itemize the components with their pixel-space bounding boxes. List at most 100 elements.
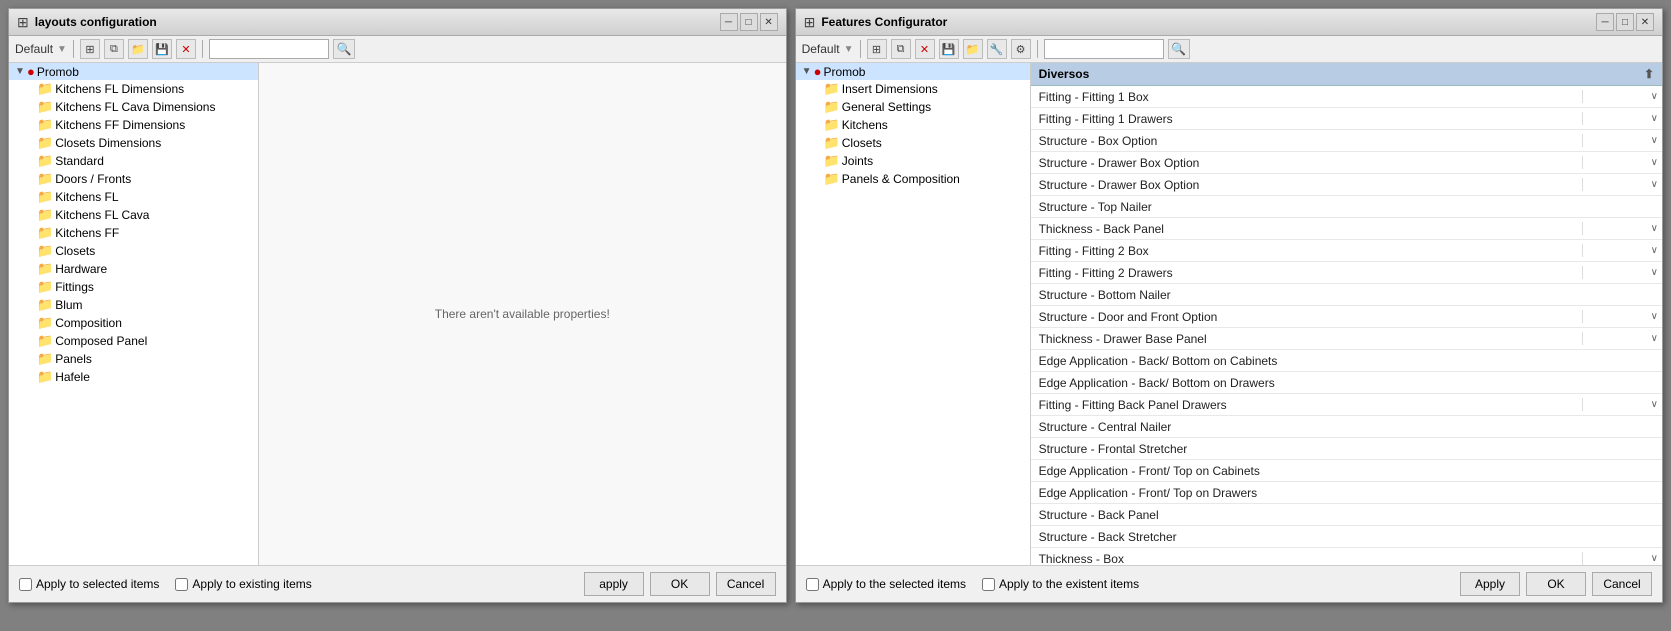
left-tree-root[interactable]: ▼ ● Promob: [9, 63, 258, 80]
feature-dropdown-arrow-2[interactable]: ∨: [1651, 135, 1658, 146]
right-delete-btn[interactable]: ✕: [915, 39, 935, 59]
feature-row[interactable]: Structure - Box Option ∨: [1031, 130, 1662, 152]
feature-row[interactable]: Thickness - Back Panel ∨: [1031, 218, 1662, 240]
right-checkbox1[interactable]: [806, 578, 819, 591]
left-cancel-btn[interactable]: Cancel: [716, 572, 776, 596]
feature-row-value-10[interactable]: ∨: [1582, 310, 1662, 323]
right-search-input[interactable]: [1044, 39, 1164, 59]
left-apply-btn[interactable]: apply: [584, 572, 644, 596]
left-close-btn[interactable]: ✕: [760, 13, 778, 31]
feature-row[interactable]: Fitting - Fitting 1 Box ∨: [1031, 86, 1662, 108]
feature-row[interactable]: Structure - Back Stretcher: [1031, 526, 1662, 548]
right-ok-btn[interactable]: OK: [1526, 572, 1586, 596]
left-tree-item[interactable]: ▶ 📁 Hafele: [23, 368, 258, 386]
right-checkbox1-label[interactable]: Apply to the selected items: [806, 577, 966, 591]
right-tree-item[interactable]: ▶ 📁 Panels & Composition: [810, 170, 1030, 188]
right-apply-btn[interactable]: Apply: [1460, 572, 1520, 596]
right-root-toggle[interactable]: ▼: [800, 66, 814, 77]
left-tree-item[interactable]: ▶ 📁 Kitchens FL Cava: [23, 206, 258, 224]
feature-dropdown-arrow-7[interactable]: ∨: [1651, 245, 1658, 256]
right-grid-btn[interactable]: ⊞: [867, 39, 887, 59]
right-settings-btn[interactable]: ⚙: [1011, 39, 1031, 59]
right-tree-item[interactable]: ▶ 📁 Kitchens: [810, 116, 1030, 134]
feature-row[interactable]: Structure - Frontal Stretcher: [1031, 438, 1662, 460]
feature-row[interactable]: Structure - Top Nailer: [1031, 196, 1662, 218]
feature-dropdown-arrow-4[interactable]: ∨: [1651, 179, 1658, 190]
feature-row-value-11[interactable]: ∨: [1582, 332, 1662, 345]
feature-row[interactable]: Structure - Bottom Nailer: [1031, 284, 1662, 306]
left-tree-item[interactable]: ▶ 📁 Composition: [23, 314, 258, 332]
left-maximize-btn[interactable]: □: [740, 13, 758, 31]
feature-row-value-0[interactable]: ∨: [1582, 90, 1662, 103]
feature-row[interactable]: Structure - Back Panel: [1031, 504, 1662, 526]
left-tree-item[interactable]: ▶ 📁 Hardware: [23, 260, 258, 278]
right-save-btn[interactable]: 💾: [939, 39, 959, 59]
left-tree-item[interactable]: ▶ 📁 Doors / Fronts: [23, 170, 258, 188]
features-collapse-btn[interactable]: ⬆: [1644, 67, 1654, 81]
feature-row-value-8[interactable]: ∨: [1582, 266, 1662, 279]
feature-row[interactable]: Edge Application - Front/ Top on Cabinet…: [1031, 460, 1662, 482]
left-search-btn[interactable]: 🔍: [333, 39, 355, 59]
feature-dropdown-arrow-8[interactable]: ∨: [1651, 267, 1658, 278]
left-tree-item[interactable]: ▶ 📁 Panels: [23, 350, 258, 368]
feature-row[interactable]: Edge Application - Front/ Top on Drawers: [1031, 482, 1662, 504]
right-tree-item[interactable]: ▶ 📁 Closets: [810, 134, 1030, 152]
right-cancel-btn[interactable]: Cancel: [1592, 572, 1652, 596]
right-checkbox2[interactable]: [982, 578, 995, 591]
feature-dropdown-arrow-11[interactable]: ∨: [1651, 333, 1658, 344]
feature-dropdown-arrow-21[interactable]: ∨: [1651, 553, 1658, 564]
feature-row-value-4[interactable]: ∨: [1582, 178, 1662, 191]
left-tree-item[interactable]: ▶ 📁 Closets Dimensions: [23, 134, 258, 152]
feature-row[interactable]: Structure - Central Nailer: [1031, 416, 1662, 438]
right-wrench-btn[interactable]: 🔧: [987, 39, 1007, 59]
feature-row[interactable]: Thickness - Drawer Base Panel ∨: [1031, 328, 1662, 350]
feature-row[interactable]: Fitting - Fitting Back Panel Drawers ∨: [1031, 394, 1662, 416]
left-tree-item[interactable]: ▶ 📁 Fittings: [23, 278, 258, 296]
left-checkbox1-label[interactable]: Apply to selected items: [19, 577, 159, 591]
right-checkbox2-label[interactable]: Apply to the existent items: [982, 577, 1139, 591]
left-delete-btn[interactable]: ✕: [176, 39, 196, 59]
right-maximize-btn[interactable]: □: [1616, 13, 1634, 31]
right-tree-item[interactable]: ▶ 📁 Joints: [810, 152, 1030, 170]
feature-row-value-7[interactable]: ∨: [1582, 244, 1662, 257]
feature-dropdown-arrow-1[interactable]: ∨: [1651, 113, 1658, 124]
feature-dropdown-arrow-10[interactable]: ∨: [1651, 311, 1658, 322]
left-copy-btn[interactable]: ⧉: [104, 39, 124, 59]
feature-row[interactable]: Thickness - Box ∨: [1031, 548, 1662, 565]
left-tree-item[interactable]: ▶ 📁 Standard: [23, 152, 258, 170]
feature-row[interactable]: Edge Application - Back/ Bottom on Drawe…: [1031, 372, 1662, 394]
feature-row[interactable]: Fitting - Fitting 2 Drawers ∨: [1031, 262, 1662, 284]
left-grid-btn[interactable]: ⊞: [80, 39, 100, 59]
left-tree-item[interactable]: ▶ 📁 Kitchens FL Dimensions: [23, 80, 258, 98]
left-tree-item[interactable]: ▶ 📁 Kitchens FF Dimensions: [23, 116, 258, 134]
feature-dropdown-arrow-3[interactable]: ∨: [1651, 157, 1658, 168]
feature-dropdown-arrow-6[interactable]: ∨: [1651, 223, 1658, 234]
left-tree-item[interactable]: ▶ 📁 Closets: [23, 242, 258, 260]
left-save-btn[interactable]: 💾: [152, 39, 172, 59]
right-dropdown-arrow[interactable]: ▼: [844, 44, 854, 55]
right-tree-root[interactable]: ▼ ● Promob: [796, 63, 1030, 80]
left-folder-btn[interactable]: 📁: [128, 39, 148, 59]
feature-row[interactable]: Edge Application - Back/ Bottom on Cabin…: [1031, 350, 1662, 372]
left-root-toggle[interactable]: ▼: [13, 66, 27, 77]
feature-row-value-6[interactable]: ∨: [1582, 222, 1662, 235]
left-tree-item[interactable]: ▶ 📁 Kitchens FF: [23, 224, 258, 242]
right-search-btn[interactable]: 🔍: [1168, 39, 1190, 59]
left-search-input[interactable]: [209, 39, 329, 59]
left-checkbox2-label[interactable]: Apply to existing items: [175, 577, 311, 591]
feature-row-value-2[interactable]: ∨: [1582, 134, 1662, 147]
feature-row[interactable]: Structure - Door and Front Option ∨: [1031, 306, 1662, 328]
feature-row[interactable]: Fitting - Fitting 1 Drawers ∨: [1031, 108, 1662, 130]
left-tree-item[interactable]: ▶ 📁 Composed Panel: [23, 332, 258, 350]
left-dropdown-arrow[interactable]: ▼: [57, 44, 67, 55]
feature-row[interactable]: Structure - Drawer Box Option ∨: [1031, 152, 1662, 174]
right-folder-btn[interactable]: 📁: [963, 39, 983, 59]
left-tree-item[interactable]: ▶ 📁 Blum: [23, 296, 258, 314]
left-ok-btn[interactable]: OK: [650, 572, 710, 596]
right-tree-item[interactable]: ▶ 📁 Insert Dimensions: [810, 80, 1030, 98]
left-minimize-btn[interactable]: ─: [720, 13, 738, 31]
feature-row[interactable]: Structure - Drawer Box Option ∨: [1031, 174, 1662, 196]
left-tree-item[interactable]: ▶ 📁 Kitchens FL Cava Dimensions: [23, 98, 258, 116]
left-checkbox1[interactable]: [19, 578, 32, 591]
feature-dropdown-arrow-14[interactable]: ∨: [1651, 399, 1658, 410]
